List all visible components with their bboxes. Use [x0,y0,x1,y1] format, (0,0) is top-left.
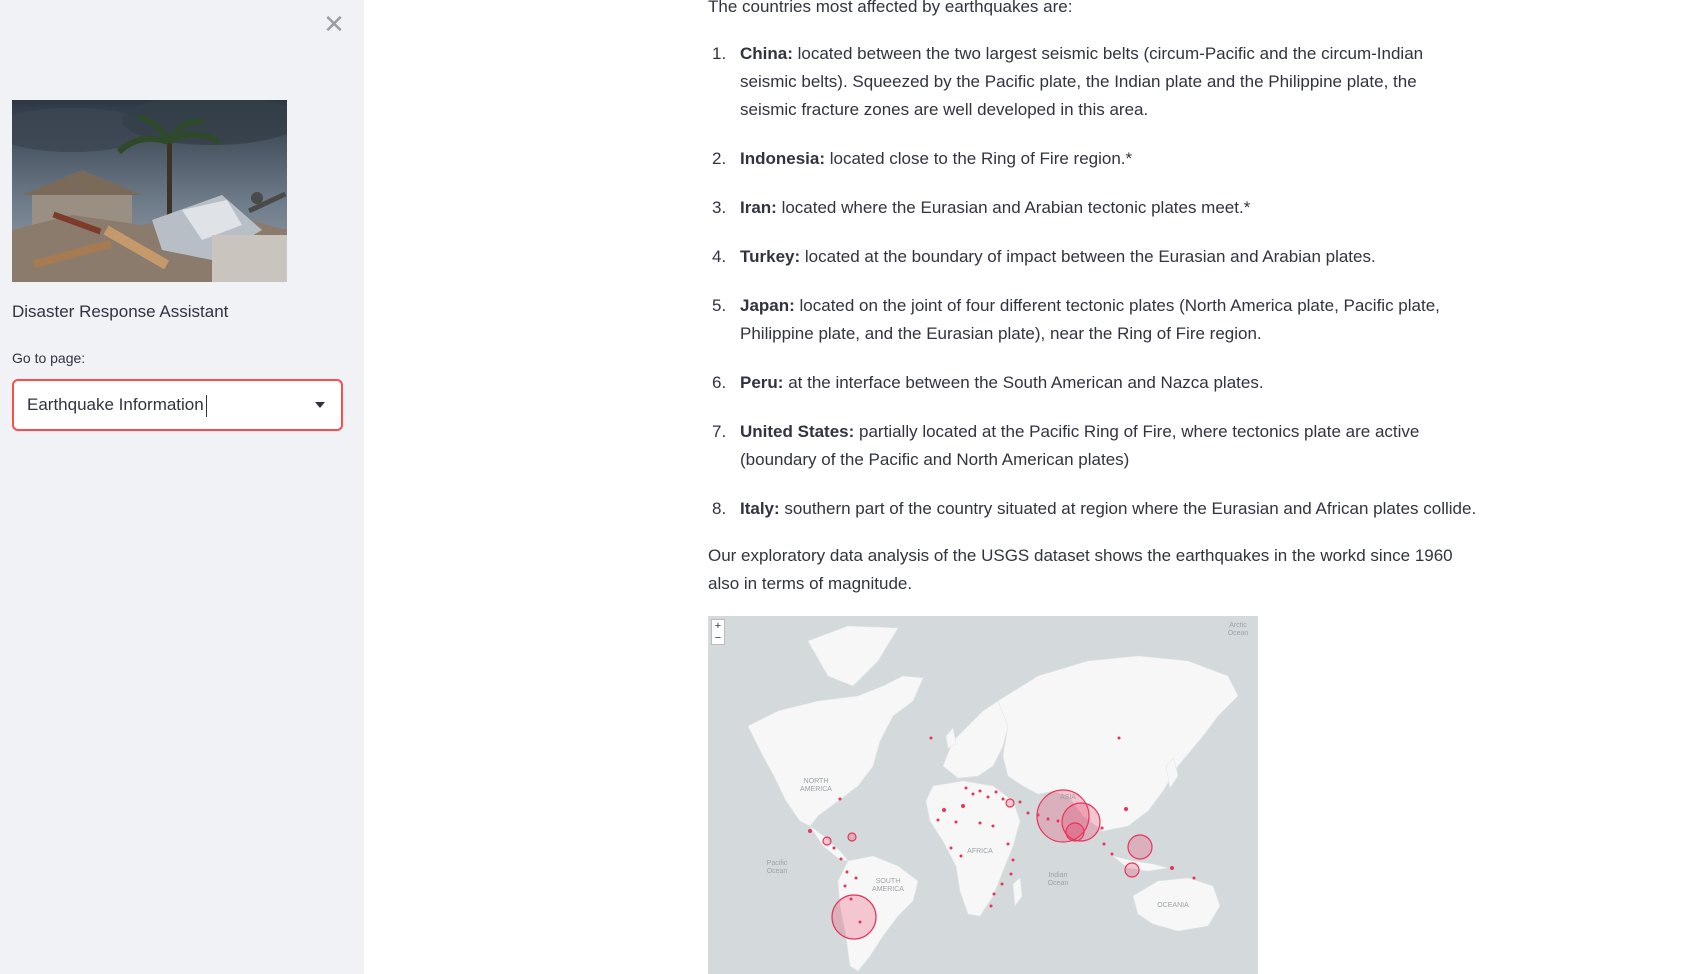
list-number: 5. [712,296,727,315]
country-name: Japan: [740,296,795,315]
list-number: 1. [712,44,727,63]
text-cursor [206,395,207,417]
map-label-arctic: Arctic Ocean [1227,622,1249,637]
list-item: 2. Indonesia: located close to the Ring o… [708,145,1478,173]
country-name: China: [740,44,793,63]
list-number: 4. [712,247,727,266]
list-item: 7. United States: partially located at th… [708,418,1478,474]
list-number: 6. [712,373,727,392]
chevron-down-icon[interactable] [315,402,325,408]
country-desc: located between the two largest seismic … [740,44,1424,119]
zoom-in-button[interactable]: + [712,620,724,632]
list-item: 3. Iran: located where the Eurasian and A… [708,194,1478,222]
country-name: Indonesia: [740,149,826,168]
country-desc: located where the Eurasian and Arabian t… [776,198,1251,217]
map-label-north-america: NORTH AMERICA [800,778,832,793]
countries-list: 1. China: located between the two largest… [708,40,1478,544]
country-desc: at the interface between the South Ameri… [783,373,1264,392]
list-item: 5. Japan: located on the joint of four di… [708,292,1478,348]
close-icon[interactable]: ✕ [322,11,346,37]
map-label-south-america: SOUTH AMERICA [872,878,904,893]
map-label-indian: Indian Ocean [1047,872,1069,887]
zoom-out-button[interactable]: − [712,632,724,644]
earthquake-map[interactable]: + − NORTH AMERICA SOUTH AMERICA AFRICA A… [708,616,1258,974]
select-label: Go to page: [12,350,86,366]
country-desc: located close to the Ring of Fire region… [825,149,1133,168]
main-content: The countries most affected by earthquak… [708,0,1478,974]
country-desc: located at the boundary of impact betwee… [800,247,1376,266]
country-name: Italy: [740,499,780,518]
map-label-asia: ASIA [1060,794,1076,801]
list-item: 1. China: located between the two largest… [708,40,1478,124]
list-item: 8. Italy: southern part of the country si… [708,495,1478,523]
app-title: Disaster Response Assistant [12,302,229,321]
list-number: 7. [712,422,727,441]
zoom-control: + − [711,619,725,645]
eda-text: Our exploratory data analysis of the USG… [708,546,1453,593]
sidebar: ✕ Disaster Response Assistant Go to page… [0,0,364,974]
disaster-image [12,100,287,282]
list-number: 3. [712,198,727,217]
country-name: United States: [740,422,855,441]
page-select-value[interactable]: Earthquake Information [27,395,204,415]
world-map[interactable] [708,616,1258,974]
list-number: 2. [712,149,727,168]
country-name: Iran: [740,198,777,217]
map-label-africa: AFRICA [967,848,993,855]
page-select[interactable]: Earthquake Information [12,379,343,431]
map-label-oceania: OCEANIA [1157,902,1189,909]
intro-text: The countries most affected by earthquak… [708,0,1073,16]
country-name: Peru: [740,373,784,392]
map-label-pacific: Pacific Ocean [766,860,788,875]
list-item: 4. Turkey: located at the boundary of imp… [708,243,1478,271]
list-item: 6. Peru: at the interface between the Sou… [708,369,1478,397]
list-number: 8. [712,499,727,518]
country-name: Turkey: [740,247,801,266]
country-desc: southern part of the country situated at… [779,499,1477,518]
country-desc: located on the joint of four different t… [740,296,1440,343]
